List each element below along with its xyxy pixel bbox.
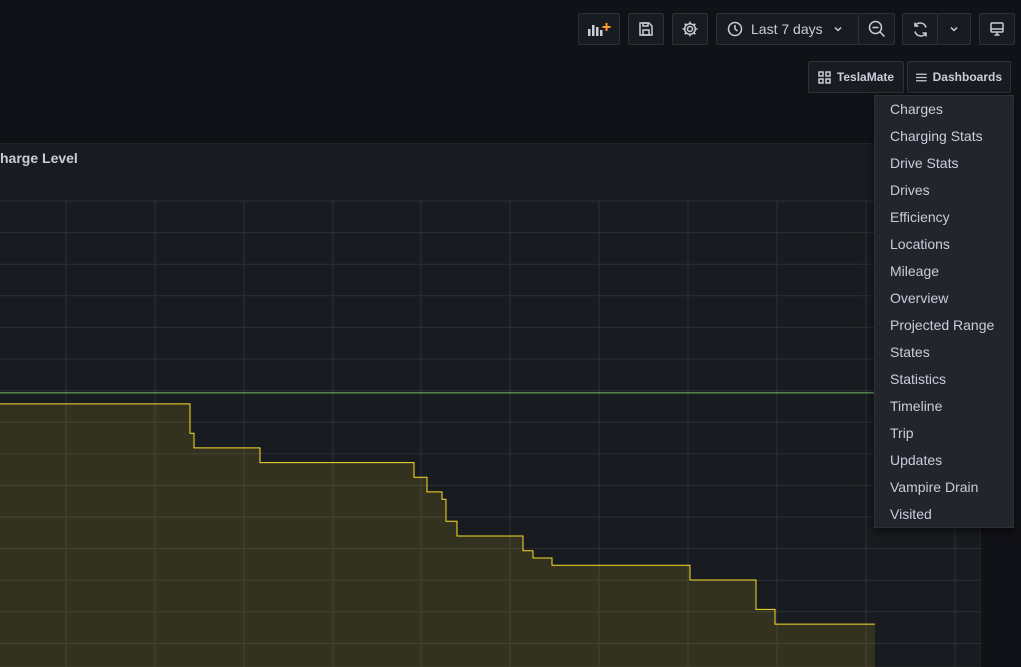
dashboards-menu-item[interactable]: Locations bbox=[890, 231, 950, 258]
dashboards-menu-item[interactable]: Overview bbox=[890, 285, 948, 312]
dashboards-menu-item[interactable]: Drives bbox=[890, 177, 930, 204]
dashboards-menu-item[interactable]: Visited bbox=[890, 501, 932, 528]
monitor-icon bbox=[990, 22, 1004, 36]
tv-mode-button[interactable] bbox=[979, 13, 1015, 45]
dashboards-menu-item[interactable]: Efficiency bbox=[890, 204, 950, 231]
series-area-fill bbox=[0, 403, 875, 667]
charge-level-chart bbox=[0, 200, 981, 667]
dashboards-menu-item[interactable]: Statistics bbox=[890, 366, 946, 393]
dashboards-menu-item[interactable]: Charges bbox=[890, 96, 943, 123]
dashboards-menu-item[interactable]: Mileage bbox=[890, 258, 939, 285]
dashboards-menu-item[interactable]: Trip bbox=[890, 420, 914, 447]
dashboards-menu-item[interactable]: States bbox=[890, 339, 930, 366]
dashboards-menu-item[interactable]: Vampire Drain bbox=[890, 474, 978, 501]
dashboards-menu-item[interactable]: Charging Stats bbox=[890, 123, 983, 150]
dashboards-menu: Charges Charging Stats Drive Stats Drives Ef… bbox=[874, 95, 1014, 528]
dashboards-menu-item[interactable]: Drive Stats bbox=[890, 150, 958, 177]
dashboards-menu-item[interactable]: Updates bbox=[890, 447, 942, 474]
dashboards-menu-item[interactable]: Timeline bbox=[890, 393, 942, 420]
dashboards-menu-item[interactable]: Projected Range bbox=[890, 312, 994, 339]
